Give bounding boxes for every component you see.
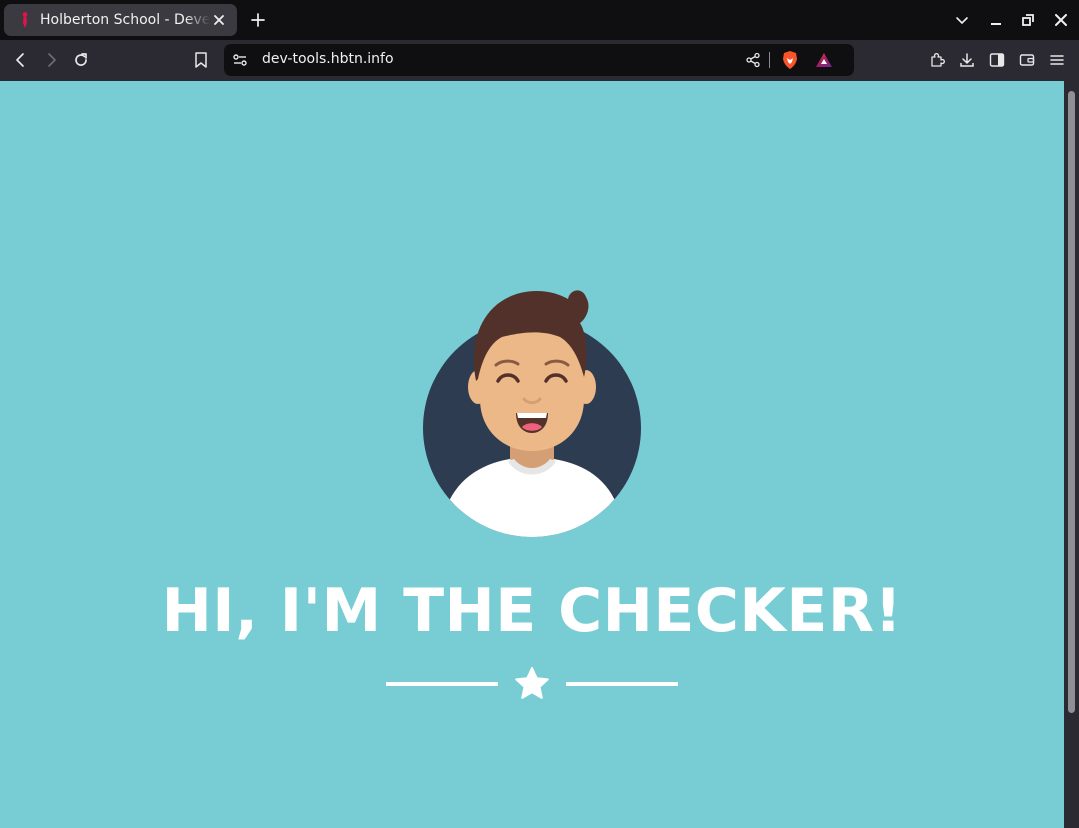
- scrollbar-thumb[interactable]: [1068, 91, 1075, 713]
- tab-close-icon[interactable]: [211, 12, 227, 28]
- divider-line-right: [566, 682, 678, 686]
- brave-rewards-triangle-icon[interactable]: [814, 50, 834, 70]
- tab-title: Holberton School - Developer Tools: [40, 12, 210, 28]
- address-bar[interactable]: dev-tools.hbtn.info: [224, 44, 854, 76]
- page-viewport: HI, I'M THE CHECKER!: [0, 81, 1064, 828]
- site-controls-icon[interactable]: [230, 50, 250, 70]
- new-tab-plus-icon[interactable]: [249, 11, 267, 29]
- holberton-favicon-icon: [16, 11, 34, 29]
- back-arrow-icon[interactable]: [11, 50, 31, 70]
- smiling-man-avatar: [423, 290, 641, 537]
- window-close-icon[interactable]: [1052, 11, 1070, 29]
- download-icon[interactable]: [957, 50, 977, 70]
- reload-icon[interactable]: [71, 50, 91, 70]
- url-separator: [769, 52, 770, 68]
- browser-titlebar: Holberton School - Developer Tools: [0, 0, 1079, 40]
- share-icon[interactable]: [743, 50, 763, 70]
- page-heading: HI, I'M THE CHECKER!: [161, 576, 903, 646]
- minimize-icon[interactable]: [987, 11, 1005, 29]
- divider-line-left: [386, 682, 498, 686]
- forward-arrow-icon[interactable]: [41, 50, 61, 70]
- tab-list-chevron-down-icon[interactable]: [953, 11, 971, 29]
- hamburger-menu-icon[interactable]: [1047, 50, 1067, 70]
- brave-shields-lion-icon[interactable]: [780, 50, 800, 70]
- browser-tab-active[interactable]: Holberton School - Developer Tools: [4, 4, 237, 36]
- wallet-icon[interactable]: [1017, 50, 1037, 70]
- vertical-scrollbar[interactable]: [1064, 81, 1079, 828]
- sidebar-icon[interactable]: [987, 50, 1007, 70]
- url-text[interactable]: dev-tools.hbtn.info: [262, 51, 394, 67]
- restore-icon[interactable]: [1019, 11, 1037, 29]
- browser-toolbar: dev-tools.hbtn.info: [0, 40, 1079, 81]
- star-icon: [515, 667, 549, 699]
- bookmark-icon[interactable]: [191, 50, 211, 70]
- extensions-puzzle-icon[interactable]: [927, 50, 947, 70]
